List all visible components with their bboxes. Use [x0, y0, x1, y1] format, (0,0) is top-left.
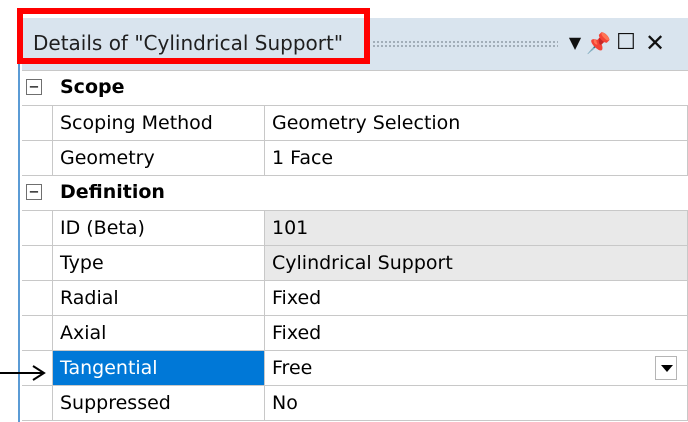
close-icon[interactable]: ✕ [642, 28, 668, 58]
property-row[interactable]: Type Cylindrical Support [22, 246, 688, 281]
property-name[interactable]: Type [52, 246, 264, 280]
section-header-scope[interactable]: − Scope [22, 71, 688, 106]
drag-grip[interactable] [372, 40, 558, 48]
property-value[interactable]: Geometry Selection [264, 106, 688, 140]
property-name[interactable]: Scoping Method [52, 106, 264, 140]
property-name[interactable]: Radial [52, 281, 264, 315]
section-title: Definition [60, 181, 165, 203]
details-panel: Details of "Cylindrical Support" ▼ 📌 ☐ ✕… [22, 18, 688, 422]
property-name[interactable]: ID (Beta) [52, 211, 264, 245]
property-value-readonly: Cylindrical Support [264, 246, 688, 280]
section-title: Scope [60, 76, 125, 98]
property-name[interactable]: Geometry [52, 141, 264, 175]
property-row-selected[interactable]: Tangential Free [22, 351, 688, 386]
property-value[interactable]: Fixed [264, 281, 688, 315]
collapse-icon[interactable]: − [26, 184, 42, 200]
screenshot-stage: Details of "Cylindrical Support" ▼ 📌 ☐ ✕… [0, 0, 688, 422]
property-row[interactable]: Scoping Method Geometry Selection [22, 106, 688, 141]
dropdown-arrow-icon[interactable]: ▼ [564, 28, 586, 58]
property-name[interactable]: Suppressed [52, 386, 264, 420]
property-row[interactable]: Geometry 1 Face [22, 141, 688, 176]
property-value[interactable]: Fixed [264, 316, 688, 350]
property-value-dropdown[interactable]: Free [264, 351, 688, 385]
property-row[interactable]: ID (Beta) 101 [22, 211, 688, 246]
property-row[interactable]: Axial Fixed [22, 316, 688, 351]
property-name[interactable]: Axial [52, 316, 264, 350]
arrow-icon [0, 365, 46, 381]
pin-icon[interactable]: 📌 [586, 28, 611, 58]
property-row[interactable]: Radial Fixed [22, 281, 688, 316]
property-name-selected[interactable]: Tangential [52, 351, 264, 385]
property-value: Free [272, 357, 313, 379]
chevron-down-icon [661, 365, 673, 372]
dropdown-button[interactable] [655, 356, 677, 380]
details-grid: − Scope Scoping Method Geometry Selectio… [22, 70, 688, 422]
highlight-box [17, 8, 370, 64]
maximize-icon[interactable]: ☐ [613, 28, 639, 58]
collapse-icon[interactable]: − [26, 79, 42, 95]
section-header-definition[interactable]: − Definition [22, 176, 688, 211]
property-row[interactable]: Suppressed No [22, 386, 688, 421]
property-value-readonly: 101 [264, 211, 688, 245]
property-value[interactable]: 1 Face [264, 141, 688, 175]
property-value[interactable]: No [264, 386, 688, 420]
